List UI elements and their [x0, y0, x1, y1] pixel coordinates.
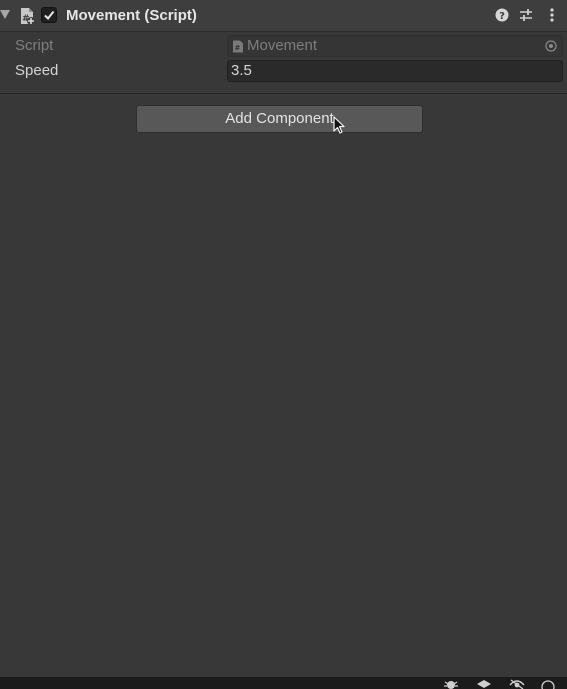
svg-text:#: #: [235, 44, 241, 52]
speed-label: Speed: [15, 62, 59, 79]
circle-icon[interactable]: [540, 679, 556, 689]
kebab-menu-icon[interactable]: [544, 7, 560, 23]
layers-icon[interactable]: [476, 679, 492, 689]
speed-field[interactable]: 3.5: [227, 60, 563, 82]
object-picker-icon: [545, 40, 557, 52]
cs-script-icon: #: [21, 8, 35, 25]
script-object-field: # Movement: [227, 35, 563, 57]
status-bar: [0, 677, 567, 689]
script-label: Script: [15, 37, 54, 54]
svg-text:?: ?: [499, 11, 505, 22]
checkmark-icon: [44, 10, 55, 21]
help-icon[interactable]: ?: [494, 7, 510, 23]
component-title: Movement (Script): [66, 7, 197, 24]
mouse-cursor-icon: [333, 116, 345, 134]
presets-icon[interactable]: [518, 7, 534, 23]
component-enabled-checkbox[interactable]: [41, 7, 57, 23]
component-header[interactable]: # Movement (Script) ?: [0, 0, 567, 32]
section-divider: [0, 93, 567, 94]
speed-value[interactable]: 3.5: [231, 62, 252, 80]
debug-bug-icon[interactable]: [443, 679, 459, 689]
script-object-value: Movement: [247, 37, 318, 54]
visibility-icon[interactable]: [509, 679, 525, 689]
add-component-button[interactable]: Add Component: [136, 105, 423, 133]
foldout-arrow-icon[interactable]: [0, 10, 10, 19]
cs-script-icon: #: [233, 40, 243, 53]
